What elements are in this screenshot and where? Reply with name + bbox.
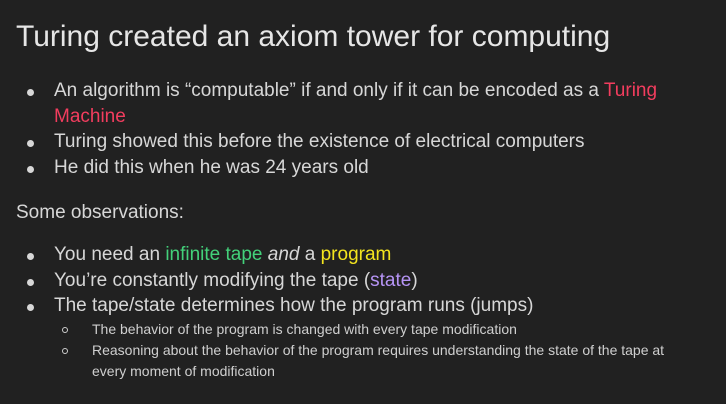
bullet-text-part: You’re constantly modifying the tape ( xyxy=(54,269,371,291)
bullet-item-tape-determines: The tape/state determines how the progra… xyxy=(0,293,726,319)
and-emphasis: and xyxy=(267,244,300,265)
bullet-item-computable: An algorithm is “computable” if and only… xyxy=(0,78,726,129)
observations-heading: Some observations: xyxy=(16,202,184,223)
sub-bullet-text: Reasoning about the behavior of the prog… xyxy=(92,341,665,379)
secondary-bullet-list: You need an infinite tape and a program … xyxy=(0,242,726,382)
bullet-text-part: ) xyxy=(411,269,418,291)
slide: Turing created an axiom tower for comput… xyxy=(0,0,726,404)
bullet-text: Turing showed this before the existence … xyxy=(54,131,585,152)
sub-bullet-item: Reasoning about the behavior of the prog… xyxy=(0,340,726,382)
bullet-item-modifying-tape: You’re constantly modifying the tape (st… xyxy=(0,268,726,294)
slide-title: Turing created an axiom tower for comput… xyxy=(16,20,611,53)
bullet-dot-icon xyxy=(27,165,34,173)
bullet-item-electrical-computers: Turing showed this before the existence … xyxy=(0,129,726,155)
bullet-text-part: a xyxy=(299,244,321,265)
infinite-tape-highlight: infinite tape xyxy=(165,244,263,265)
bullet-text: He did this when he was 24 years old xyxy=(54,156,369,178)
bullet-text-part: An algorithm is “computable” if and only… xyxy=(54,80,604,101)
sub-bullet-list: The behavior of the program is changed w… xyxy=(0,319,726,382)
hollow-circle-bullet-icon xyxy=(62,326,68,333)
primary-bullet-list: An algorithm is “computable” if and only… xyxy=(0,78,726,180)
state-highlight: state xyxy=(370,269,412,291)
sub-bullet-text: The behavior of the program is changed w… xyxy=(92,320,517,337)
bullet-dot-icon xyxy=(27,304,34,311)
bullet-dot-icon xyxy=(27,278,34,286)
bullet-dot-icon xyxy=(27,253,34,260)
bullet-item-age: He did this when he was 24 years old xyxy=(0,155,726,181)
sub-bullet-item: The behavior of the program is changed w… xyxy=(0,319,726,340)
bullet-text: The tape/state determines how the progra… xyxy=(54,295,534,316)
bullet-dot-icon xyxy=(27,89,34,96)
bullet-text-part: You need an xyxy=(54,244,166,265)
bullet-item-infinite-tape: You need an infinite tape and a program xyxy=(0,242,726,268)
bullet-dot-icon xyxy=(27,140,34,147)
program-highlight: program xyxy=(320,244,392,265)
hollow-circle-bullet-icon xyxy=(62,347,68,354)
